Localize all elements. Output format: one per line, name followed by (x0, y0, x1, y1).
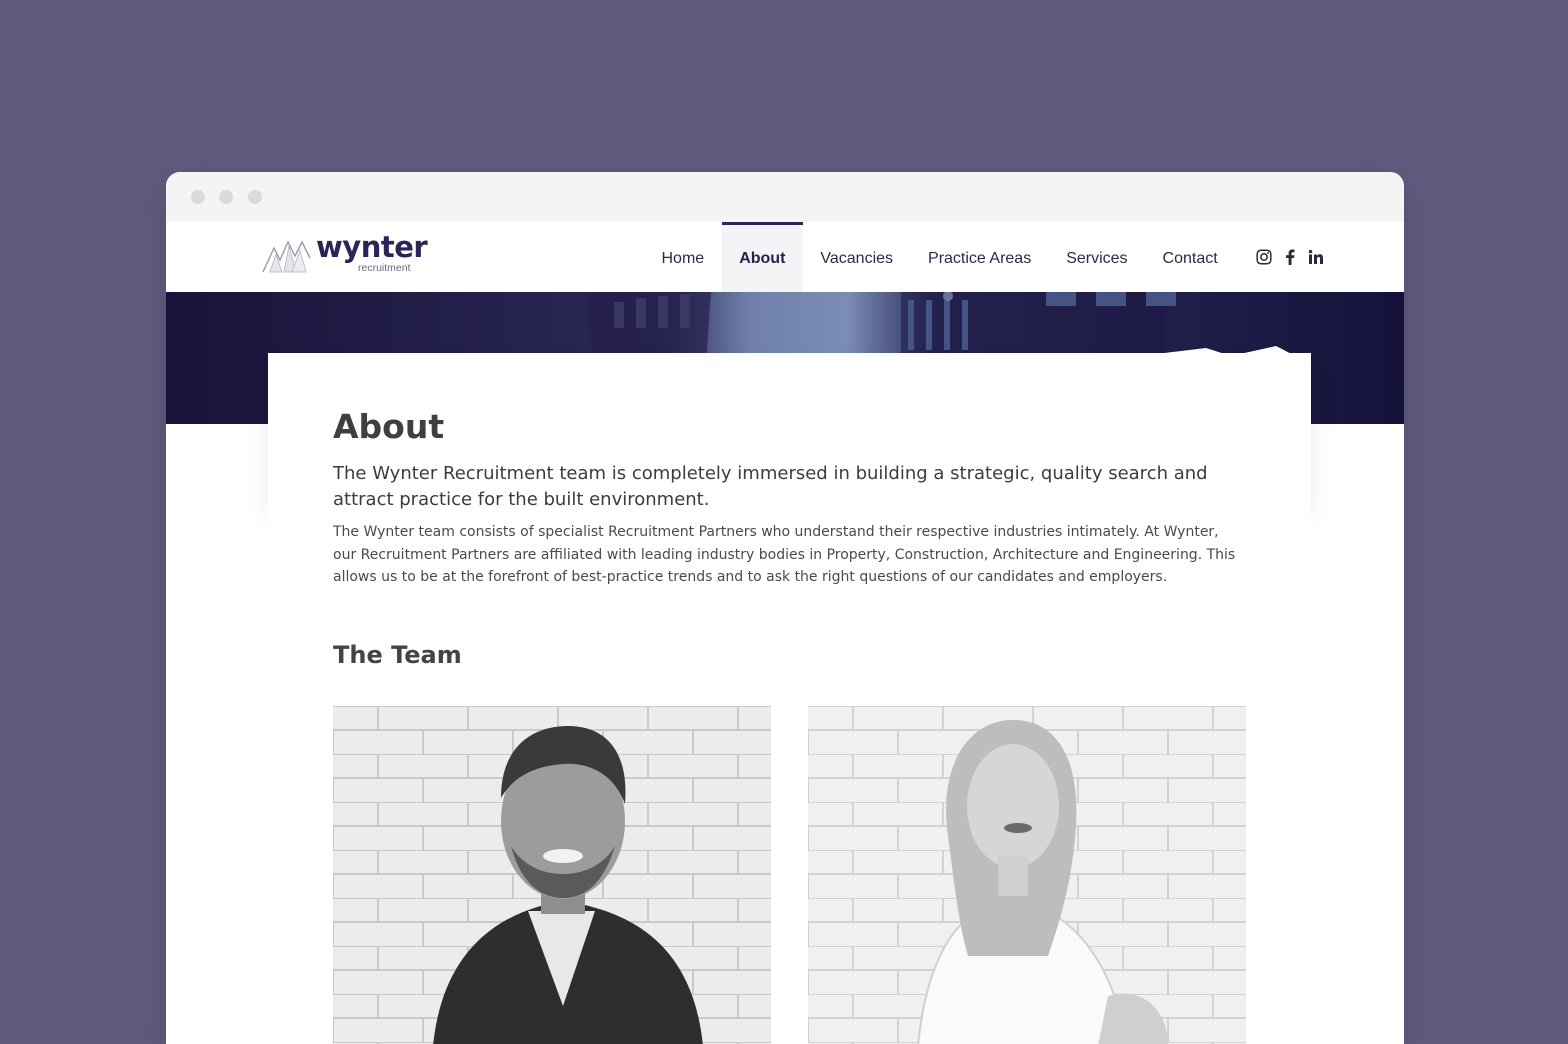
team-member-photo (333, 706, 771, 1044)
site-header: wynter recruitment Home About Vacancies … (166, 222, 1404, 292)
page-title: About (333, 407, 445, 446)
team-member-card[interactable] (333, 706, 771, 1044)
team-grid (333, 706, 1247, 1044)
window-close-dot[interactable] (191, 190, 205, 204)
nav-item-vacancies[interactable]: Vacancies (803, 222, 911, 292)
team-title: The Team (333, 641, 462, 669)
main-nav: Home About Vacancies Practice Areas Serv… (644, 222, 1235, 292)
social-links (1256, 248, 1324, 266)
about-body: The Wynter team consists of specialist R… (333, 524, 1236, 585)
window-minimize-dot[interactable] (219, 190, 233, 204)
linkedin-icon[interactable] (1308, 248, 1324, 266)
brand-tagline: recruitment (358, 262, 411, 274)
instagram-icon[interactable] (1256, 248, 1272, 266)
facebook-icon[interactable] (1282, 248, 1298, 266)
nav-item-about[interactable]: About (721, 222, 804, 292)
mountain-logo-icon (262, 240, 311, 273)
brand-name: wynter (316, 230, 428, 264)
brand-logo[interactable]: wynter recruitment (262, 230, 428, 278)
browser-window: wynter recruitment Home About Vacancies … (166, 172, 1404, 1044)
about-lead: The Wynter Recruitment team is completel… (333, 463, 1208, 510)
window-maximize-dot[interactable] (248, 190, 262, 204)
nav-item-practice-areas[interactable]: Practice Areas (911, 222, 1049, 292)
browser-chrome (166, 172, 1404, 222)
nav-item-home[interactable]: Home (644, 222, 722, 292)
team-member-photo (808, 706, 1246, 1044)
nav-item-contact[interactable]: Contact (1145, 222, 1235, 292)
team-member-card[interactable] (808, 706, 1246, 1044)
nav-item-services[interactable]: Services (1049, 222, 1145, 292)
